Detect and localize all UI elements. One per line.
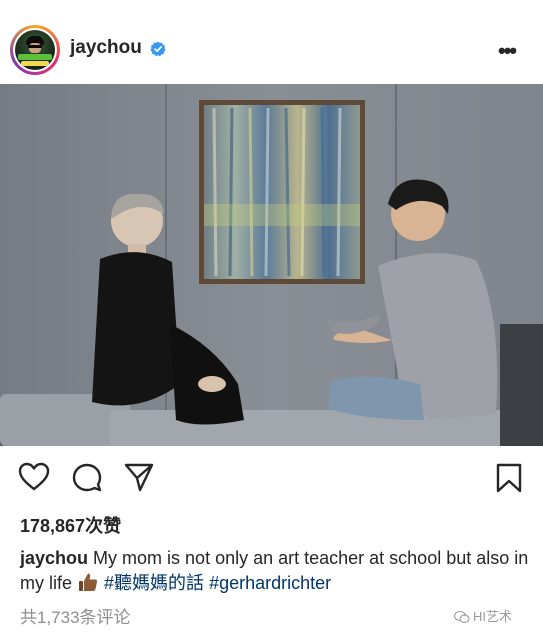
avatar[interactable] bbox=[10, 25, 60, 75]
more-options-icon[interactable]: ••• bbox=[498, 38, 517, 64]
post-header: jaychou ••• bbox=[0, 0, 543, 84]
avatar-logo-band bbox=[18, 54, 52, 60]
hashtag-link[interactable]: #聽媽媽的話 bbox=[104, 573, 204, 593]
username-link[interactable]: jaychou bbox=[70, 37, 142, 59]
caption-username[interactable]: jaychou bbox=[20, 548, 88, 568]
view-comments-link[interactable]: 共1,733条评论 bbox=[20, 603, 131, 628]
verified-badge-icon bbox=[150, 41, 166, 57]
avatar-logo-band bbox=[21, 61, 49, 66]
watermark-text: HI艺术 bbox=[473, 609, 513, 624]
avatar-mask bbox=[28, 45, 42, 48]
like-count[interactable]: 178,867次赞 bbox=[20, 512, 121, 538]
wechat-icon bbox=[454, 610, 470, 624]
photo-scene bbox=[0, 84, 543, 446]
hashtag-link[interactable]: #gerhardrichter bbox=[209, 573, 331, 593]
avatar-image bbox=[15, 30, 55, 70]
watermark: HI艺术 bbox=[454, 606, 512, 625]
thumbs-up-emoji-icon bbox=[79, 573, 98, 591]
paper-plane-icon[interactable] bbox=[123, 462, 155, 492]
bookmark-icon[interactable] bbox=[495, 462, 523, 494]
action-bar bbox=[0, 446, 543, 506]
comment-bubble-icon[interactable] bbox=[71, 462, 103, 492]
post-caption: jaychou My mom is not only an art teache… bbox=[20, 546, 530, 596]
avatar-ring bbox=[13, 28, 57, 72]
post-photo[interactable] bbox=[0, 84, 543, 446]
heart-icon[interactable] bbox=[18, 462, 50, 492]
